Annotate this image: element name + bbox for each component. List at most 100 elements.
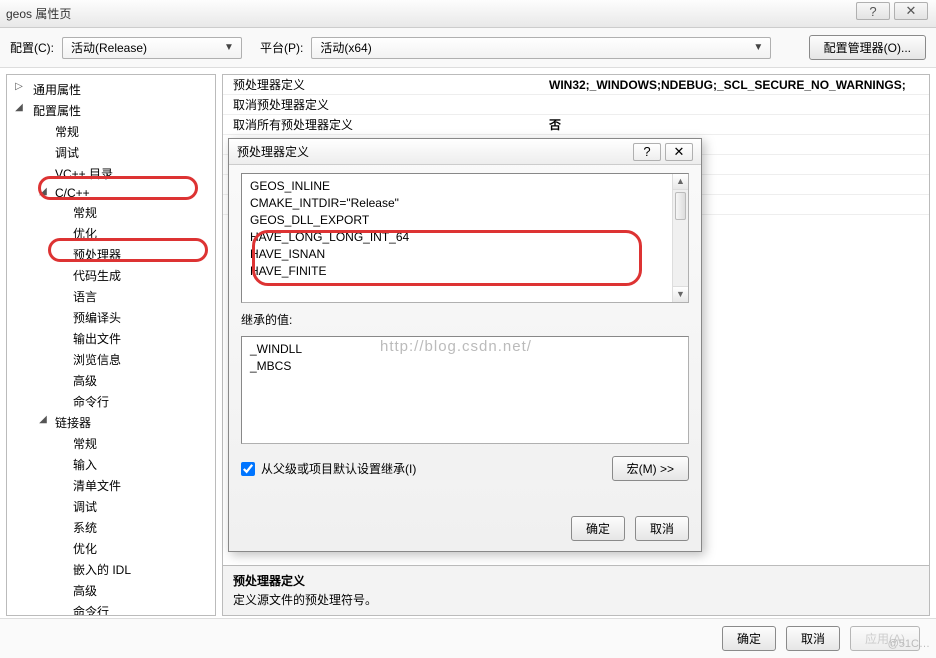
- tree-item-label: 优化: [73, 542, 97, 556]
- platform-combobox[interactable]: 活动(x64) ▼: [311, 37, 771, 59]
- tree-item-label: 语言: [73, 290, 97, 304]
- tree-item-label: 预编译头: [73, 311, 121, 325]
- macros-button[interactable]: 宏(M) >>: [612, 456, 689, 481]
- tree-item-label: 嵌入的 IDL: [73, 563, 131, 577]
- config-combobox[interactable]: 活动(Release) ▼: [62, 37, 242, 59]
- property-row[interactable]: 取消所有预处理器定义否: [223, 115, 929, 135]
- definition-line[interactable]: HAVE_FINITE: [250, 263, 680, 280]
- tree-item-label: 常规: [55, 125, 79, 139]
- tree-item[interactable]: 常规: [7, 202, 215, 223]
- property-row[interactable]: 预处理器定义WIN32;_WINDOWS;NDEBUG;_SCL_SECURE_…: [223, 75, 929, 95]
- tree-item-label: 常规: [73, 206, 97, 220]
- tree-item[interactable]: 清单文件: [7, 475, 215, 496]
- tree-item[interactable]: 优化: [7, 223, 215, 244]
- scroll-up-icon[interactable]: ▲: [673, 174, 688, 190]
- tree-item[interactable]: ◢ 配置属性: [7, 100, 215, 121]
- tree-item[interactable]: VC++ 目录: [7, 163, 215, 184]
- propdesc-title: 预处理器定义: [233, 572, 919, 589]
- tree-item[interactable]: 预编译头: [7, 307, 215, 328]
- toolbar: 配置(C): 活动(Release) ▼ 平台(P): 活动(x64) ▼ 配置…: [0, 28, 936, 68]
- tree-item-label: 代码生成: [73, 269, 121, 283]
- tree-item-label: 链接器: [55, 416, 91, 430]
- twisty-icon[interactable]: ▷: [13, 81, 25, 92]
- tree-item[interactable]: 常规: [7, 433, 215, 454]
- definition-line[interactable]: HAVE_LONG_LONG_INT_64: [250, 229, 680, 246]
- popup-title: 预处理器定义: [237, 143, 629, 160]
- tree-item-label: 优化: [73, 227, 97, 241]
- twisty-icon[interactable]: ◢: [37, 414, 49, 425]
- scroll-thumb[interactable]: [675, 192, 686, 220]
- popup-cancel-button[interactable]: 取消: [635, 516, 689, 541]
- tree-item[interactable]: 嵌入的 IDL: [7, 559, 215, 580]
- tree-item-label: 高级: [73, 374, 97, 388]
- tree-item-label: 调试: [55, 146, 79, 160]
- property-name: 取消所有预处理器定义: [223, 116, 543, 133]
- config-manager-button[interactable]: 配置管理器(O)...: [809, 35, 926, 60]
- cancel-button[interactable]: 取消: [786, 626, 840, 651]
- twisty-icon[interactable]: ◢: [13, 102, 25, 113]
- platform-value: 活动(x64): [320, 39, 750, 56]
- preprocessor-definitions-dialog: 预处理器定义 ? ✕ GEOS_INLINECMAKE_INTDIR="Rele…: [228, 138, 702, 552]
- scroll-down-icon[interactable]: ▼: [673, 286, 688, 302]
- ok-button[interactable]: 确定: [722, 626, 776, 651]
- property-value[interactable]: WIN32;_WINDOWS;NDEBUG;_SCL_SECURE_NO_WAR…: [543, 78, 929, 92]
- tree-item[interactable]: 高级: [7, 370, 215, 391]
- tree-item[interactable]: 优化: [7, 538, 215, 559]
- tree-item[interactable]: 浏览信息: [7, 349, 215, 370]
- tree-item[interactable]: 调试: [7, 142, 215, 163]
- tree-item[interactable]: 命令行: [7, 391, 215, 412]
- tree-item[interactable]: 预处理器: [7, 244, 215, 265]
- window-title: geos 属性页: [6, 5, 71, 22]
- tree-item[interactable]: 高级: [7, 580, 215, 601]
- tree-item[interactable]: 语言: [7, 286, 215, 307]
- definitions-textbox[interactable]: GEOS_INLINECMAKE_INTDIR="Release"GEOS_DL…: [241, 173, 689, 303]
- tree-item[interactable]: ▷ 通用属性: [7, 79, 215, 100]
- tree-item[interactable]: 输出文件: [7, 328, 215, 349]
- tree-item[interactable]: 系统: [7, 517, 215, 538]
- inherit-checkbox[interactable]: [241, 462, 255, 476]
- popup-ok-button[interactable]: 确定: [571, 516, 625, 541]
- definition-line[interactable]: GEOS_INLINE: [250, 178, 680, 195]
- tree-item[interactable]: 命令行: [7, 601, 215, 616]
- chevron-down-icon: ▼: [221, 42, 237, 53]
- property-description: 预处理器定义 定义源文件的预处理符号。: [222, 566, 930, 616]
- popup-help-button[interactable]: ?: [633, 143, 661, 161]
- apply-button[interactable]: 应用(A): [850, 626, 920, 651]
- tree-item[interactable]: 调试: [7, 496, 215, 517]
- tree-item[interactable]: ◢ 链接器: [7, 412, 215, 433]
- tree-item-label: 浏览信息: [73, 353, 121, 367]
- tree-item-label: 预处理器: [73, 248, 121, 262]
- tree-item[interactable]: 输入: [7, 454, 215, 475]
- property-row[interactable]: 取消预处理器定义: [223, 95, 929, 115]
- definition-line[interactable]: CMAKE_INTDIR="Release": [250, 195, 680, 212]
- inherit-label: 继承的值:: [241, 311, 689, 328]
- tree-item-label: C/C++: [55, 186, 90, 200]
- tree-item-label: 配置属性: [33, 104, 81, 118]
- twisty-icon[interactable]: ◢: [37, 186, 49, 197]
- scrollbar[interactable]: ▲ ▼: [672, 174, 688, 302]
- popup-close-button[interactable]: ✕: [665, 143, 693, 161]
- property-value[interactable]: 否: [543, 116, 929, 133]
- platform-label: 平台(P):: [260, 39, 303, 56]
- inherit-checkbox-label: 从父级或项目默认设置继承(I): [261, 460, 416, 477]
- tree-item-label: 调试: [73, 500, 97, 514]
- propdesc-body: 定义源文件的预处理符号。: [233, 591, 919, 608]
- property-name: 预处理器定义: [223, 76, 543, 93]
- titlebar: geos 属性页 ? ✕: [0, 0, 936, 28]
- dialog-footer: 确定 取消 应用(A): [0, 618, 936, 658]
- nav-tree[interactable]: ▷通用属性◢配置属性常规调试VC++ 目录◢C/C++常规优化预处理器代码生成语…: [6, 74, 216, 616]
- tree-item-label: 输出文件: [73, 332, 121, 346]
- tree-item-label: 命令行: [73, 605, 109, 616]
- tree-item-label: 通用属性: [33, 83, 81, 97]
- chevron-down-icon: ▼: [750, 42, 766, 53]
- tree-item-label: 清单文件: [73, 479, 121, 493]
- config-label: 配置(C):: [10, 39, 54, 56]
- tree-item[interactable]: 代码生成: [7, 265, 215, 286]
- tree-item-label: 系统: [73, 521, 97, 535]
- close-button[interactable]: ✕: [894, 2, 928, 20]
- definition-line[interactable]: HAVE_ISNAN: [250, 246, 680, 263]
- tree-item[interactable]: ◢ C/C++: [7, 184, 215, 202]
- definition-line[interactable]: GEOS_DLL_EXPORT: [250, 212, 680, 229]
- tree-item[interactable]: 常规: [7, 121, 215, 142]
- help-button[interactable]: ?: [856, 2, 890, 20]
